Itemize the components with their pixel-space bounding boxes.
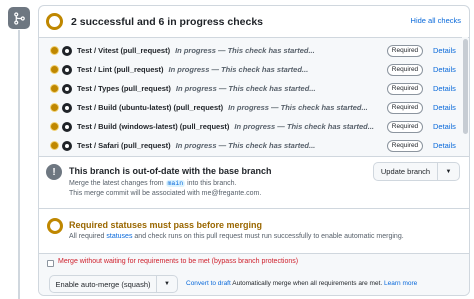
enable-auto-merge-button[interactable]: Enable auto-merge (squash) xyxy=(49,275,156,293)
merge-method-dropdown-icon[interactable]: ▼ xyxy=(156,275,178,293)
required-badge: Required xyxy=(387,82,423,95)
check-name: Test / Build (ubuntu-latest) (pull_reque… xyxy=(77,103,224,112)
draft-line: Convert to draft Automatically merge whe… xyxy=(186,280,417,287)
github-actions-icon xyxy=(62,83,72,94)
outdated-line-1: Merge the latest changes from main into … xyxy=(69,180,237,187)
check-status: In progress — This check has started... xyxy=(175,84,316,93)
outdated-section: ! This branch is out-of-date with the ba… xyxy=(39,156,469,208)
required-badge: Required xyxy=(387,139,423,152)
check-name-wrap: Test / Build (ubuntu-latest) (pull_reque… xyxy=(77,103,368,112)
check-row: Test / Build (ubuntu-latest) (pull_reque… xyxy=(39,98,463,117)
pending-dot-icon xyxy=(50,122,59,131)
check-name-wrap: Test / Types (pull_request) In progress —… xyxy=(77,84,316,93)
details-link[interactable]: Details xyxy=(433,84,456,93)
hide-checks-link[interactable]: Hide all checks xyxy=(411,16,461,25)
checks-list: Test / Vitest (pull_request) In progress … xyxy=(39,37,469,156)
check-row: Test / Safari (pull_request) In progress … xyxy=(39,136,463,155)
required-text-after: and check runs on this pull request must… xyxy=(134,233,404,240)
check-status: In progress — This check has started... xyxy=(175,141,316,150)
bypass-label[interactable]: Merge without waiting for requirements t… xyxy=(58,258,298,265)
outdated-text-after: into this branch. xyxy=(187,180,237,187)
required-text: All required statuses and check runs on … xyxy=(69,233,404,240)
update-branch-button[interactable]: Update branch xyxy=(373,162,437,181)
check-name: Test / Types (pull_request) xyxy=(77,84,171,93)
required-badge: Required xyxy=(387,120,423,133)
bypass-checkbox[interactable] xyxy=(47,260,54,267)
check-status: In progress — This check has started... xyxy=(175,46,315,55)
statuses-link[interactable]: statuses xyxy=(106,233,132,240)
pending-status-icon xyxy=(46,13,63,30)
details-link[interactable]: Details xyxy=(433,65,456,74)
outdated-text-before: Merge the latest changes from xyxy=(69,180,164,187)
outdated-title: This branch is out-of-date with the base… xyxy=(69,166,272,176)
checks-header: 2 successful and 6 in progress checks Hi… xyxy=(39,6,469,37)
details-link[interactable]: Details xyxy=(433,46,456,55)
merge-box: 2 successful and 6 in progress checks Hi… xyxy=(38,5,470,296)
required-badge: Required xyxy=(387,101,423,114)
check-name-wrap: Test / Vitest (pull_request) In progress … xyxy=(77,46,315,55)
details-link[interactable]: Details xyxy=(433,141,456,150)
check-name-wrap: Test / Safari (pull_request) In progress … xyxy=(77,141,315,150)
github-actions-icon xyxy=(62,121,72,132)
github-actions-icon xyxy=(62,64,72,75)
check-name: Test / Build (windows-latest) (pull_requ… xyxy=(77,122,230,131)
timeline-line xyxy=(18,30,20,299)
merge-icon xyxy=(8,7,30,29)
auto-merge-hint: Automatically merge when all requirement… xyxy=(232,280,383,287)
pending-dot-icon xyxy=(50,46,59,55)
check-status: In progress — This check has started... xyxy=(234,122,375,131)
check-row: Test / Vitest (pull_request) In progress … xyxy=(39,41,463,60)
github-actions-icon xyxy=(62,140,72,151)
github-actions-icon xyxy=(62,102,72,113)
required-title: Required statuses must pass before mergi… xyxy=(69,220,263,230)
merge-actions: Merge without waiting for requirements t… xyxy=(39,253,469,295)
check-name: Test / Lint (pull_request) xyxy=(77,65,164,74)
required-text-before: All required xyxy=(69,233,105,240)
check-row: Test / Build (windows-latest) (pull_requ… xyxy=(39,117,463,136)
required-section: Required statuses must pass before mergi… xyxy=(39,208,469,253)
checks-scrollbar-thumb[interactable] xyxy=(463,39,468,134)
check-row: Test / Lint (pull_request) In progress — … xyxy=(39,60,463,79)
update-branch-dropdown-icon[interactable]: ▼ xyxy=(437,162,460,181)
branch-name: main xyxy=(165,180,186,187)
check-status: In progress — This check has started... xyxy=(168,65,309,74)
check-row: Test / Types (pull_request) In progress —… xyxy=(39,79,463,98)
outdated-line-2: This merge commit will be associated wit… xyxy=(69,190,262,197)
check-status: In progress — This check has started... xyxy=(228,103,368,112)
required-badge: Required xyxy=(387,63,423,76)
pending-status-icon xyxy=(47,218,63,234)
pending-dot-icon xyxy=(50,103,59,112)
details-link[interactable]: Details xyxy=(433,103,456,112)
check-name: Test / Safari (pull_request) xyxy=(77,141,171,150)
convert-to-draft-link[interactable]: Convert to draft xyxy=(186,280,231,287)
learn-more-link[interactable]: Learn more xyxy=(384,280,417,287)
github-actions-icon xyxy=(62,45,72,56)
check-name-wrap: Test / Lint (pull_request) In progress — … xyxy=(77,65,308,74)
details-link[interactable]: Details xyxy=(433,122,456,131)
check-name-wrap: Test / Build (windows-latest) (pull_requ… xyxy=(77,122,374,131)
pending-dot-icon xyxy=(50,141,59,150)
check-name: Test / Vitest (pull_request) xyxy=(77,46,171,55)
alert-icon: ! xyxy=(46,164,62,180)
pending-dot-icon xyxy=(50,84,59,93)
pending-dot-icon xyxy=(50,65,59,74)
required-badge: Required xyxy=(387,44,423,57)
checks-title: 2 successful and 6 in progress checks xyxy=(71,15,264,28)
